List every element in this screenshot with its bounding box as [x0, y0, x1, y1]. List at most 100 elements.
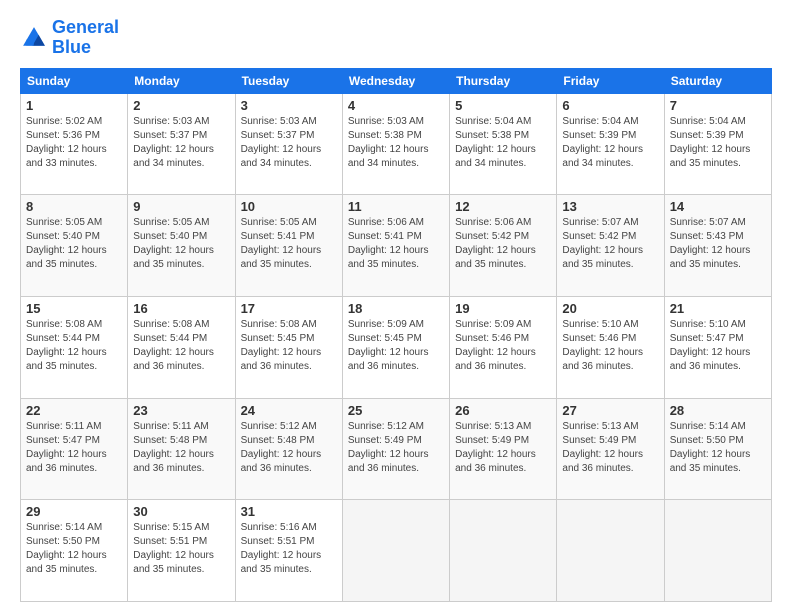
day-number: 6 [562, 98, 658, 113]
day-info: Sunrise: 5:09 AM Sunset: 5:45 PM Dayligh… [348, 318, 444, 374]
day-number: 17 [241, 301, 337, 316]
day-info: Sunrise: 5:06 AM Sunset: 5:41 PM Dayligh… [348, 216, 444, 272]
calendar-cell: 25Sunrise: 5:12 AM Sunset: 5:49 PM Dayli… [342, 398, 449, 500]
day-number: 19 [455, 301, 551, 316]
calendar-cell: 26 Sunrise: 5:13 AM Sunset: 5:49 PM Dayli… [450, 398, 557, 500]
weekday-header-monday: Monday [128, 68, 235, 93]
day-info: Sunrise: 5:05 AM Sunset: 5:40 PM Dayligh… [26, 216, 122, 272]
day-info: Sunrise: 5:12 AM Sunset: 5:48 PM Dayligh… [241, 420, 337, 476]
calendar-body: 1Sunrise: 5:02 AM Sunset: 5:36 PM Daylig… [21, 93, 772, 601]
calendar-cell: 8 Sunrise: 5:05 AM Sunset: 5:40 PM Daylig… [21, 195, 128, 297]
day-number: 21 [670, 301, 766, 316]
day-info: Sunrise: 5:14 AM Sunset: 5:50 PM Dayligh… [26, 521, 122, 577]
day-info: Sunrise: 5:10 AM Sunset: 5:47 PM Dayligh… [670, 318, 766, 374]
day-info: Sunrise: 5:16 AM Sunset: 5:51 PM Dayligh… [241, 521, 337, 577]
day-info: Sunrise: 5:15 AM Sunset: 5:51 PM Dayligh… [133, 521, 229, 577]
day-info: Sunrise: 5:03 AM Sunset: 5:38 PM Dayligh… [348, 115, 444, 171]
day-info: Sunrise: 5:13 AM Sunset: 5:49 PM Dayligh… [562, 420, 658, 476]
calendar-cell: 27 Sunrise: 5:13 AM Sunset: 5:49 PM Dayli… [557, 398, 664, 500]
calendar-cell: 23 Sunrise: 5:11 AM Sunset: 5:48 PM Dayli… [128, 398, 235, 500]
day-info: Sunrise: 5:04 AM Sunset: 5:39 PM Dayligh… [562, 115, 658, 171]
day-info: Sunrise: 5:08 AM Sunset: 5:44 PM Dayligh… [133, 318, 229, 374]
calendar-cell: 3 Sunrise: 5:03 AM Sunset: 5:37 PM Daylig… [235, 93, 342, 195]
day-number: 11 [348, 199, 444, 214]
weekday-header-wednesday: Wednesday [342, 68, 449, 93]
calendar-cell: 24Sunrise: 5:12 AM Sunset: 5:48 PM Dayli… [235, 398, 342, 500]
day-info: Sunrise: 5:03 AM Sunset: 5:37 PM Dayligh… [133, 115, 229, 171]
day-info: Sunrise: 5:11 AM Sunset: 5:48 PM Dayligh… [133, 420, 229, 476]
calendar-cell: 2 Sunrise: 5:03 AM Sunset: 5:37 PM Daylig… [128, 93, 235, 195]
weekday-header-saturday: Saturday [664, 68, 771, 93]
calendar-cell [342, 500, 449, 602]
calendar-cell: 11 Sunrise: 5:06 AM Sunset: 5:41 PM Dayli… [342, 195, 449, 297]
weekday-header-thursday: Thursday [450, 68, 557, 93]
weekday-header-friday: Friday [557, 68, 664, 93]
day-number: 22 [26, 403, 122, 418]
calendar-cell: 4 Sunrise: 5:03 AM Sunset: 5:38 PM Daylig… [342, 93, 449, 195]
week-row-4: 22 Sunrise: 5:11 AM Sunset: 5:47 PM Dayli… [21, 398, 772, 500]
calendar-cell: 18 Sunrise: 5:09 AM Sunset: 5:45 PM Dayli… [342, 296, 449, 398]
day-info: Sunrise: 5:04 AM Sunset: 5:38 PM Dayligh… [455, 115, 551, 171]
day-number: 16 [133, 301, 229, 316]
day-number: 4 [348, 98, 444, 113]
day-info: Sunrise: 5:07 AM Sunset: 5:43 PM Dayligh… [670, 216, 766, 272]
day-number: 3 [241, 98, 337, 113]
calendar-cell: 20Sunrise: 5:10 AM Sunset: 5:46 PM Dayli… [557, 296, 664, 398]
day-info: Sunrise: 5:13 AM Sunset: 5:49 PM Dayligh… [455, 420, 551, 476]
calendar-cell: 7Sunrise: 5:04 AM Sunset: 5:39 PM Daylig… [664, 93, 771, 195]
calendar-cell: 22 Sunrise: 5:11 AM Sunset: 5:47 PM Dayli… [21, 398, 128, 500]
day-number: 26 [455, 403, 551, 418]
logo-icon [20, 24, 48, 52]
day-number: 29 [26, 504, 122, 519]
calendar-cell: 14 Sunrise: 5:07 AM Sunset: 5:43 PM Dayli… [664, 195, 771, 297]
calendar-cell: 15Sunrise: 5:08 AM Sunset: 5:44 PM Dayli… [21, 296, 128, 398]
day-number: 2 [133, 98, 229, 113]
calendar-cell: 19 Sunrise: 5:09 AM Sunset: 5:46 PM Dayli… [450, 296, 557, 398]
calendar-cell [557, 500, 664, 602]
day-info: Sunrise: 5:09 AM Sunset: 5:46 PM Dayligh… [455, 318, 551, 374]
calendar: SundayMondayTuesdayWednesdayThursdayFrid… [20, 68, 772, 602]
day-info: Sunrise: 5:07 AM Sunset: 5:42 PM Dayligh… [562, 216, 658, 272]
calendar-cell: 31 Sunrise: 5:16 AM Sunset: 5:51 PM Dayli… [235, 500, 342, 602]
day-number: 23 [133, 403, 229, 418]
calendar-cell: 9 Sunrise: 5:05 AM Sunset: 5:40 PM Daylig… [128, 195, 235, 297]
day-info: Sunrise: 5:04 AM Sunset: 5:39 PM Dayligh… [670, 115, 766, 171]
logo-text: GeneralBlue [52, 18, 119, 58]
day-number: 27 [562, 403, 658, 418]
calendar-cell [664, 500, 771, 602]
calendar-cell: 12 Sunrise: 5:06 AM Sunset: 5:42 PM Dayli… [450, 195, 557, 297]
calendar-cell: 30Sunrise: 5:15 AM Sunset: 5:51 PM Dayli… [128, 500, 235, 602]
header: GeneralBlue [20, 18, 772, 58]
week-row-3: 15 Sunrise: 5:08 AM Sunset: 5:44 PM Dayli… [21, 296, 772, 398]
day-number: 9 [133, 199, 229, 214]
calendar-cell: 6 Sunrise: 5:04 AM Sunset: 5:39 PM Daylig… [557, 93, 664, 195]
calendar-cell: 5 Sunrise: 5:04 AM Sunset: 5:38 PM Daylig… [450, 93, 557, 195]
day-info: Sunrise: 5:10 AM Sunset: 5:46 PM Dayligh… [562, 318, 658, 374]
day-number: 8 [26, 199, 122, 214]
day-number: 18 [348, 301, 444, 316]
day-info: Sunrise: 5:05 AM Sunset: 5:41 PM Dayligh… [241, 216, 337, 272]
calendar-cell: 17Sunrise: 5:08 AM Sunset: 5:45 PM Dayli… [235, 296, 342, 398]
day-info: Sunrise: 5:03 AM Sunset: 5:37 PM Dayligh… [241, 115, 337, 171]
day-info: Sunrise: 5:05 AM Sunset: 5:40 PM Dayligh… [133, 216, 229, 272]
calendar-cell: 29 Sunrise: 5:14 AM Sunset: 5:50 PM Dayli… [21, 500, 128, 602]
page: GeneralBlue SundayMondayTuesdayWednesday… [0, 0, 792, 612]
calendar-header: SundayMondayTuesdayWednesdayThursdayFrid… [21, 68, 772, 93]
day-info: Sunrise: 5:14 AM Sunset: 5:50 PM Dayligh… [670, 420, 766, 476]
day-info: Sunrise: 5:12 AM Sunset: 5:49 PM Dayligh… [348, 420, 444, 476]
day-number: 12 [455, 199, 551, 214]
logo: GeneralBlue [20, 18, 119, 58]
day-number: 15 [26, 301, 122, 316]
calendar-cell: 21 Sunrise: 5:10 AM Sunset: 5:47 PM Dayli… [664, 296, 771, 398]
day-number: 31 [241, 504, 337, 519]
calendar-cell: 1Sunrise: 5:02 AM Sunset: 5:36 PM Daylig… [21, 93, 128, 195]
calendar-cell: 13 Sunrise: 5:07 AM Sunset: 5:42 PM Dayli… [557, 195, 664, 297]
day-number: 5 [455, 98, 551, 113]
day-number: 13 [562, 199, 658, 214]
day-info: Sunrise: 5:06 AM Sunset: 5:42 PM Dayligh… [455, 216, 551, 272]
week-row-5: 29 Sunrise: 5:14 AM Sunset: 5:50 PM Dayli… [21, 500, 772, 602]
day-number: 14 [670, 199, 766, 214]
calendar-cell: 28Sunrise: 5:14 AM Sunset: 5:50 PM Dayli… [664, 398, 771, 500]
calendar-cell [450, 500, 557, 602]
day-info: Sunrise: 5:11 AM Sunset: 5:47 PM Dayligh… [26, 420, 122, 476]
